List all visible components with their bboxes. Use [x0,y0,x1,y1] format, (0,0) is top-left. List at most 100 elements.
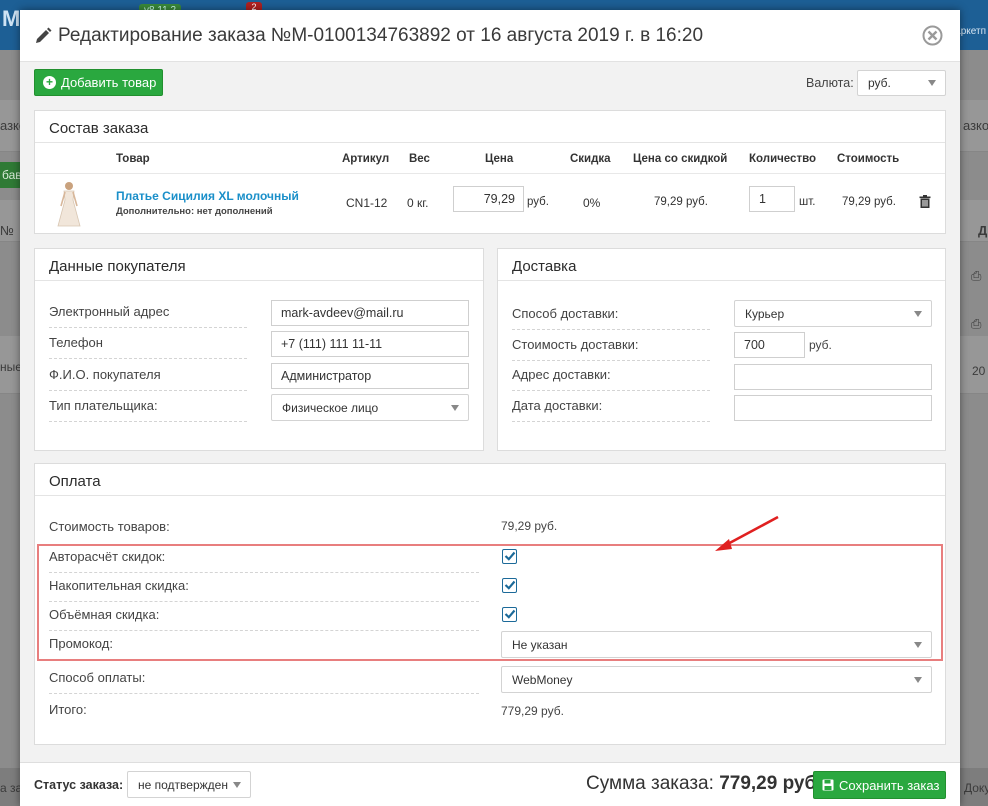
chevron-down-icon [451,404,459,411]
phone-label: Телефон [49,335,103,350]
delivery-date-label: Дата доставки: [512,398,603,413]
chevron-down-icon [928,80,936,86]
column-quantity: Количество [749,153,817,165]
order-status-value: не подтвержден [138,777,228,792]
payer-type-label: Тип плательщика: [49,398,158,413]
order-status-label: Статус заказа: [34,778,124,792]
product-weight: 0 кг. [407,196,429,210]
trash-icon[interactable] [919,195,931,208]
order-status-select[interactable]: не подтвержден [127,771,251,798]
close-icon[interactable] [922,25,943,46]
edit-order-modal: Редактирование заказа №M-0100134763892 о… [20,10,960,806]
email-field[interactable]: mark-avdeev@mail.ru [271,300,469,326]
product-price-input[interactable]: 79,29 [453,186,524,212]
buyer-title: Данные покупателя [35,249,483,281]
column-discount: Скидка [570,153,611,165]
currency-label: Валюта: [806,76,854,90]
total-label: Итого: [49,702,87,717]
highlight-box [37,544,943,661]
divider [49,327,247,328]
email-label: Электронный адрес [49,304,170,319]
payment-method-label: Способ оплаты: [49,670,146,685]
order-sum-value: 779,29 руб. [719,773,822,794]
delivery-address-field[interactable] [734,364,932,390]
delivery-cost-input[interactable]: 700 [734,332,805,358]
product-quantity-input[interactable]: 1 [749,186,795,212]
order-items-panel: Состав заказа Товар Артикул Вес Цена Ски… [34,110,946,234]
modal-title: Редактирование заказа №M-0100134763892 о… [34,25,703,47]
product-cost: 79,29 руб. [842,196,896,208]
modal-title-text: Редактирование заказа №M-0100134763892 о… [58,25,704,46]
delivery-date-field[interactable] [734,395,932,421]
delivery-panel: Доставка Способ доставки: Курьер Стоимос… [497,248,946,451]
buyer-name-value: Администратор [281,369,372,383]
delivery-cost-value: 700 [744,338,765,352]
divider [49,390,247,391]
divider [512,329,710,330]
chevron-down-icon [914,676,922,683]
order-sum: Сумма заказа: 779,29 руб. [586,773,822,795]
payer-type-value: Физическое лицо [282,400,379,415]
payer-type-select[interactable]: Физическое лицо [271,394,469,421]
phone-field[interactable]: +7 (111) 111 11-11 [271,331,469,357]
total-value: 779,29 руб. [501,704,564,718]
chevron-down-icon [914,310,922,317]
background-sort-label: № [0,223,14,238]
column-price: Цена [485,153,514,165]
add-product-button[interactable]: + Добавить товар [34,69,163,96]
background-text: Д [978,223,988,238]
background-text: 20 [972,364,986,378]
column-discounted-price: Цена со скидкой [633,153,728,165]
payment-method-value: WebMoney [512,672,573,687]
payment-title: Оплата [35,464,945,496]
delivery-title: Доставка [498,249,945,281]
divider [49,693,479,694]
table-row: Платье Сицилия XL молочный Дополнительно… [35,175,945,233]
product-quantity-value: 1 [759,192,766,206]
column-cost: Стоимость [837,153,900,165]
divider [512,360,710,361]
product-price-unit: руб. [527,196,549,208]
order-sum-label: Сумма заказа: [586,773,714,794]
red-arrow-icon [715,515,779,551]
goods-cost-value: 79,29 руб. [501,519,558,533]
email-value: mark-avdeev@mail.ru [281,306,404,320]
buyer-name-field[interactable]: Администратор [271,363,469,389]
background-text: Доку [964,781,988,795]
buyer-panel: Данные покупателя Электронный адрес mark… [34,248,484,451]
add-product-label: Добавить товар [61,75,157,90]
chevron-down-icon [233,781,241,788]
goods-cost-label: Стоимость товаров: [49,519,170,534]
payment-method-select[interactable]: WebMoney [501,666,932,693]
delivery-cost-unit: руб. [809,338,832,352]
floppy-disk-icon [822,779,834,791]
save-order-label: Сохранить заказ [839,777,940,793]
background-text: азко [963,118,988,133]
delivery-address-label: Адрес доставки: [512,367,611,382]
currency-value: руб. [868,76,891,90]
column-sku: Артикул [342,153,390,165]
phone-value: +7 (111) 111 11-11 [281,337,383,351]
plus-icon: + [43,76,56,89]
order-items-title: Состав заказа [35,111,945,143]
divider [49,358,247,359]
delivery-method-select[interactable]: Курьер [734,300,932,327]
currency-select[interactable]: руб. [857,70,946,96]
column-weight: Вес [409,153,430,165]
buyer-name-label: Ф.И.О. покупателя [49,367,161,382]
delivery-cost-label: Стоимость доставки: [512,337,639,352]
product-discount: 0% [583,196,601,210]
product-discounted-price: 79,29 руб. [654,196,708,208]
divider [49,421,247,422]
column-product: Товар [116,153,150,165]
pencil-icon [36,27,52,43]
delivery-method-label: Способ доставки: [512,306,619,321]
modal-footer: Статус заказа: не подтвержден Сумма зака… [20,762,960,806]
order-items-header-row: Товар Артикул Вес Цена Скидка Цена со ск… [35,144,945,174]
modal-header: Редактирование заказа №M-0100134763892 о… [20,10,960,62]
product-thumbnail [49,180,89,228]
save-order-button[interactable]: Сохранить заказ [813,771,946,799]
delivery-method-value: Курьер [745,306,785,321]
product-name-link[interactable]: Платье Сицилия XL молочный [116,189,299,203]
product-price-value: 79,29 [483,192,515,206]
